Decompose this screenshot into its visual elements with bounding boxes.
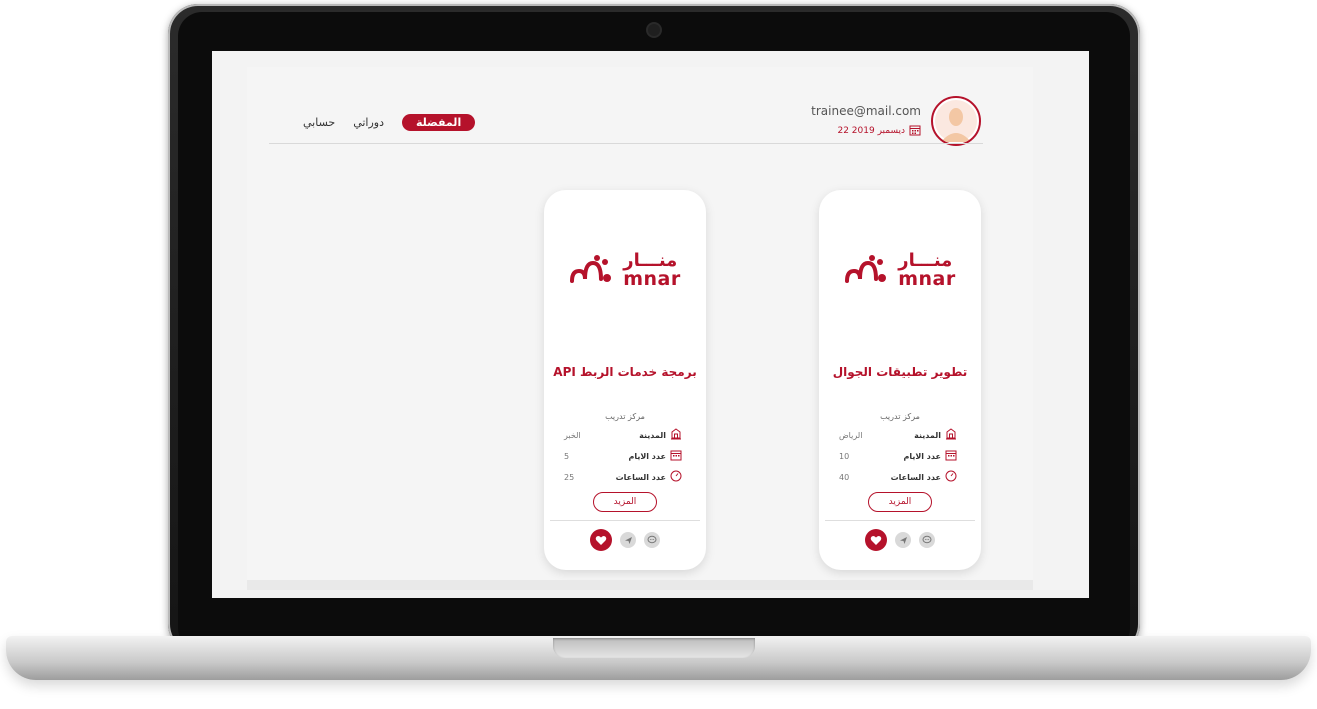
days-value: 5 — [564, 451, 570, 461]
hours-row: عدد الساعات 40 — [819, 470, 981, 484]
hours-value: 25 — [564, 472, 575, 482]
hours-row: عدد الساعات 25 — [544, 470, 706, 484]
card-actions — [544, 529, 706, 551]
logo-arabic: منـــار — [898, 249, 953, 271]
city-label: المدينة — [914, 430, 941, 440]
header-divider — [269, 143, 983, 144]
laptop-notch — [553, 638, 755, 658]
days-label: عدد الايام — [628, 451, 666, 461]
user-profile: trainee@mail.com 22 ديسمبر 2019 — [811, 96, 981, 146]
hours-label: عدد الساعات — [890, 472, 941, 482]
course-provider: مركز تدريب — [605, 412, 645, 421]
calendar-icon — [909, 124, 921, 139]
course-card[interactable]: منـــار mnar برمجة خدمات الربط API مركز … — [544, 190, 706, 570]
chat-icon[interactable] — [919, 532, 935, 548]
laptop-screen: المفضلة دوراتي حسابي trainee@mail.com 22… — [212, 51, 1089, 598]
webcam — [648, 24, 660, 36]
current-date: 22 ديسمبر 2019 — [811, 124, 921, 139]
building-icon — [945, 428, 957, 442]
clock-icon — [670, 470, 682, 484]
hours-value: 40 — [839, 472, 850, 482]
city-value: الخبر — [564, 430, 581, 440]
days-row: عدد الايام 10 — [819, 449, 981, 463]
user-avatar[interactable] — [931, 96, 981, 146]
date-text: 22 ديسمبر 2019 — [837, 126, 905, 136]
card-divider — [825, 520, 975, 521]
course-card[interactable]: منـــار mnar تطوير تطبيقات الجوال مركز ت… — [819, 190, 981, 570]
top-nav: المفضلة دوراتي حسابي — [303, 114, 476, 131]
city-row: المدينة الخبر — [544, 428, 706, 442]
days-label: عدد الايام — [903, 451, 941, 461]
send-icon[interactable] — [620, 532, 636, 548]
clock-icon — [945, 470, 957, 484]
mnar-logo: منـــار mnar — [819, 245, 981, 295]
calendar-icon — [945, 449, 957, 463]
nav-my-courses[interactable]: دوراتي — [353, 116, 384, 129]
nav-favorites[interactable]: المفضلة — [402, 114, 476, 131]
profile-info: trainee@mail.com 22 ديسمبر 2019 — [811, 104, 921, 139]
city-row: المدينة الرياض — [819, 428, 981, 442]
logo-english: mnar — [623, 267, 681, 290]
app-page: المفضلة دوراتي حسابي trainee@mail.com 22… — [247, 67, 1033, 582]
nav-my-account[interactable]: حسابي — [303, 116, 335, 129]
calendar-icon — [670, 449, 682, 463]
logo-arabic: منـــار — [623, 249, 678, 271]
days-value: 10 — [839, 451, 850, 461]
city-label: المدينة — [639, 430, 666, 440]
more-button[interactable]: المزيد — [593, 492, 657, 512]
page-footer-band — [247, 580, 1033, 590]
mnar-logo-icon — [570, 255, 612, 283]
user-email: trainee@mail.com — [811, 103, 921, 118]
mnar-logo-icon — [845, 255, 887, 283]
more-button[interactable]: المزيد — [868, 492, 932, 512]
mnar-logo: منـــار mnar — [544, 245, 706, 295]
heart-icon[interactable] — [865, 529, 887, 551]
heart-icon[interactable] — [590, 529, 612, 551]
course-title: برمجة خدمات الربط API — [553, 365, 697, 379]
building-icon — [670, 428, 682, 442]
card-divider — [550, 520, 700, 521]
course-provider: مركز تدريب — [880, 412, 920, 421]
send-icon[interactable] — [895, 532, 911, 548]
days-row: عدد الايام 5 — [544, 449, 706, 463]
chat-icon[interactable] — [644, 532, 660, 548]
city-value: الرياض — [839, 430, 863, 440]
hours-label: عدد الساعات — [615, 472, 666, 482]
card-actions — [819, 529, 981, 551]
course-title: تطوير تطبيقات الجوال — [832, 365, 968, 379]
logo-english: mnar — [898, 267, 956, 290]
